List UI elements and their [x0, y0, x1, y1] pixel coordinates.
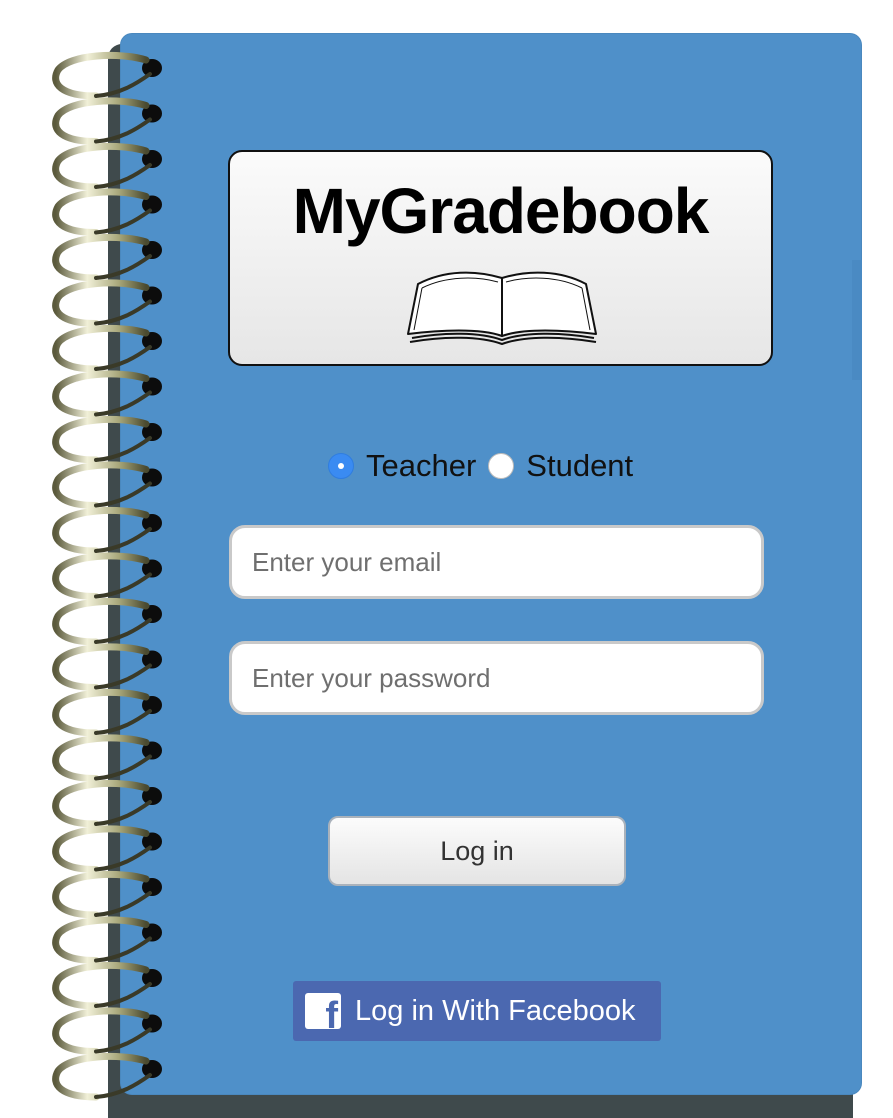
binding-wire	[52, 688, 150, 737]
spiral-ring	[52, 97, 162, 145]
spiral-ring	[52, 51, 162, 100]
binding-wire	[52, 415, 150, 464]
spiral-ring	[52, 734, 162, 782]
app-title: MyGradebook	[292, 175, 710, 247]
binding-wire-back	[94, 72, 152, 98]
binding-wire	[52, 188, 150, 236]
binding-wire	[52, 916, 150, 964]
facebook-login-label: Log in With Facebook	[355, 994, 636, 1027]
binding-wire	[52, 1052, 150, 1101]
binding-wire-back	[94, 572, 152, 599]
binding-wire	[52, 734, 150, 782]
binding-wire-back	[94, 481, 152, 508]
spiral-ring	[52, 233, 162, 282]
spiral-ring	[52, 779, 162, 828]
binding-wire-back	[94, 845, 152, 872]
spiral-ring	[52, 597, 162, 646]
binding-wire-back	[94, 436, 152, 462]
binding-wire-back	[94, 254, 152, 280]
binding-wire	[52, 552, 150, 600]
spiral-ring	[52, 142, 162, 191]
spiral-ring	[52, 1007, 162, 1055]
spiral-ring	[52, 961, 162, 1010]
binding-wire-back	[94, 299, 152, 326]
binding-wire-back	[94, 1027, 152, 1054]
binding-wire	[52, 324, 150, 373]
binding-wire	[52, 779, 150, 828]
binding-wire-back	[94, 891, 152, 917]
notebook-login-page: MyGradebook Teacher Student Log in f Log…	[0, 0, 893, 1118]
binding-wire	[52, 461, 150, 509]
binding-wire-back	[94, 345, 152, 371]
facebook-icon: f	[305, 993, 341, 1029]
spiral-ring	[52, 461, 162, 509]
binding-wire	[52, 51, 150, 100]
binding-wire	[52, 370, 150, 418]
binding-wire-back	[94, 982, 152, 1008]
binding-wire	[52, 142, 150, 191]
binding-wire-back	[94, 208, 152, 235]
binding-wire-back	[94, 390, 152, 417]
binding-wire-back	[94, 754, 152, 781]
spiral-ring	[52, 279, 162, 327]
binding-wire	[52, 1007, 150, 1055]
spiral-binding-icon	[52, 51, 162, 1101]
spiral-ring	[52, 688, 162, 737]
binding-wire-back	[94, 800, 152, 826]
binding-wire	[52, 279, 150, 327]
facebook-logo-glyph: f	[325, 995, 338, 1029]
spiral-ring	[52, 870, 162, 919]
spiral-ring	[52, 1052, 162, 1101]
spiral-ring	[52, 188, 162, 236]
binding-wire-back	[94, 618, 152, 644]
teacher-radio[interactable]	[328, 453, 354, 479]
email-field[interactable]	[229, 525, 764, 599]
binding-wire	[52, 961, 150, 1010]
binding-wire	[52, 870, 150, 919]
title-card: MyGradebook	[228, 150, 773, 366]
binding-wire-back	[94, 527, 152, 553]
binding-wire	[52, 233, 150, 282]
spiral-ring	[52, 552, 162, 600]
role-selector: Teacher Student	[328, 446, 633, 486]
binding-wire	[52, 643, 150, 691]
binding-wire	[52, 825, 150, 873]
spiral-ring	[52, 415, 162, 464]
binding-wire-back	[94, 117, 152, 144]
binding-wire-back	[94, 936, 152, 963]
binding-wire	[52, 597, 150, 646]
spiral-ring	[52, 643, 162, 691]
student-label[interactable]: Student	[526, 446, 633, 486]
spiral-ring	[52, 916, 162, 964]
notebook-cover-edge	[852, 260, 862, 380]
binding-wire	[52, 506, 150, 555]
login-button[interactable]: Log in	[328, 816, 626, 886]
spiral-ring	[52, 506, 162, 555]
binding-wire-back	[94, 1073, 152, 1099]
spiral-ring	[52, 370, 162, 418]
spiral-ring	[52, 825, 162, 873]
facebook-login-button[interactable]: f Log in With Facebook	[293, 981, 661, 1041]
binding-wire-back	[94, 163, 152, 189]
binding-wire-back	[94, 663, 152, 690]
student-radio[interactable]	[488, 453, 515, 479]
spiral-ring	[52, 324, 162, 373]
book-icon	[407, 271, 597, 345]
teacher-label[interactable]: Teacher	[366, 446, 476, 486]
binding-wire	[52, 97, 150, 145]
password-field[interactable]	[229, 641, 764, 715]
binding-wire-back	[94, 709, 152, 735]
